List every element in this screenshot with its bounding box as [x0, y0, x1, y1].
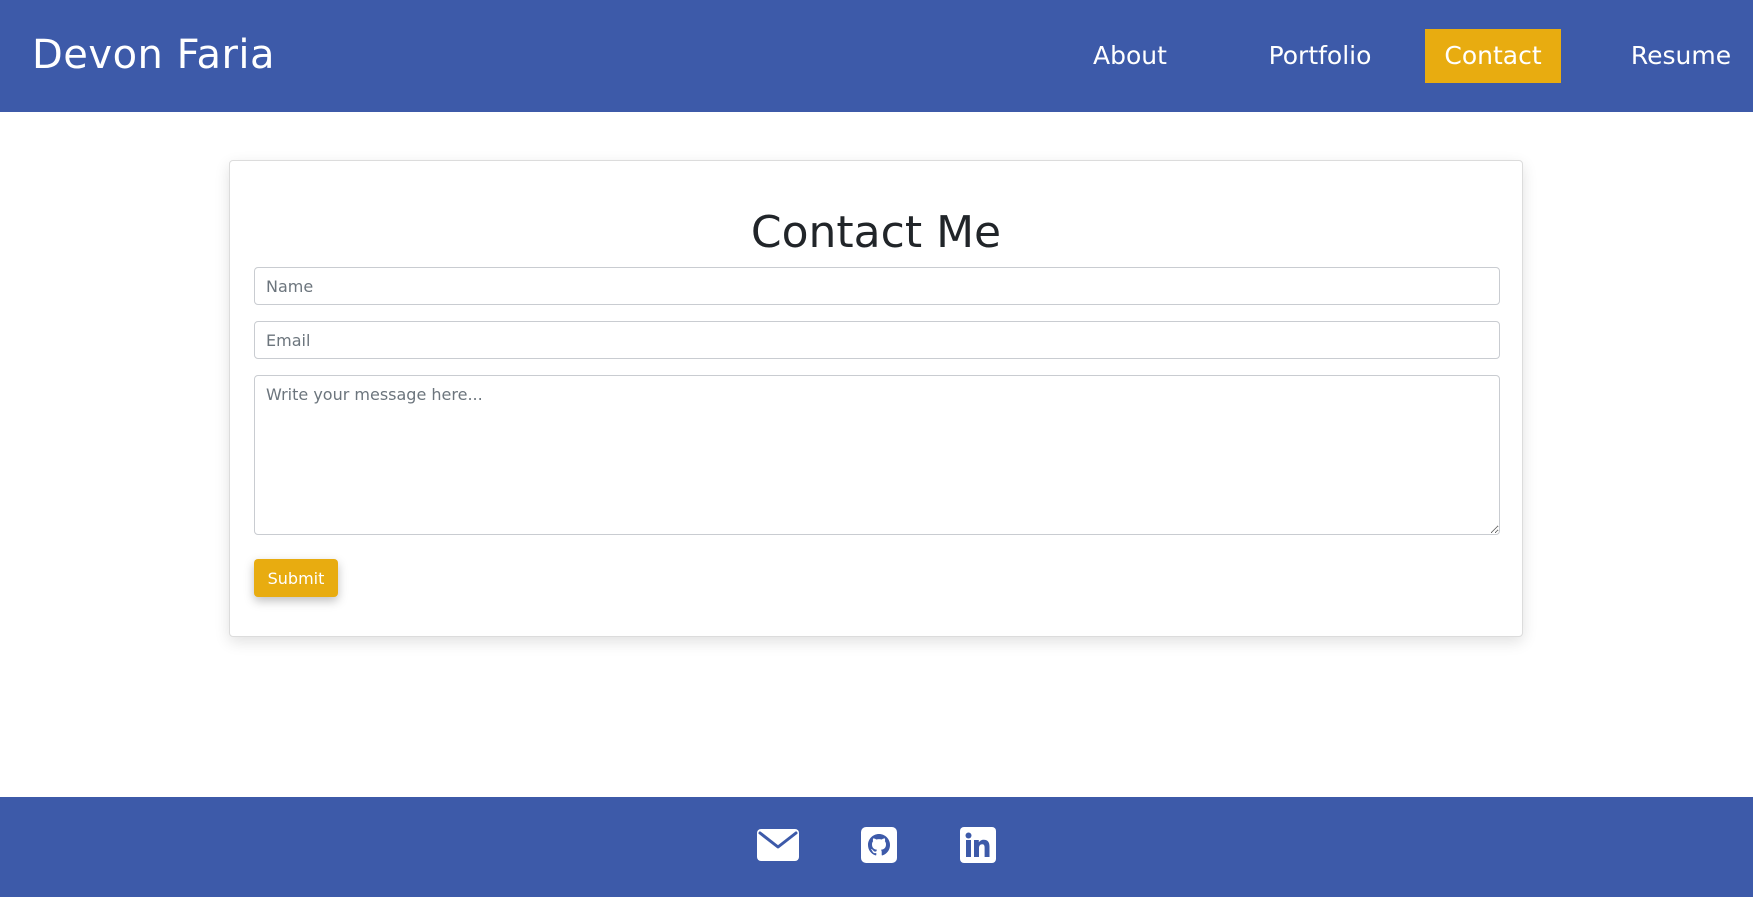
brand-name[interactable]: Devon Faria: [32, 30, 275, 80]
nav-contact[interactable]: Contact: [1425, 29, 1561, 83]
site-header: Devon Faria About Portfolio Contact Resu…: [0, 0, 1753, 112]
linkedin-icon[interactable]: [960, 827, 996, 863]
contact-card: Contact Me Submit: [229, 160, 1523, 637]
message-textarea[interactable]: [254, 375, 1500, 535]
nav-about[interactable]: About: [1070, 29, 1190, 83]
name-input[interactable]: [254, 267, 1500, 305]
github-icon[interactable]: [861, 827, 897, 863]
envelope-icon[interactable]: [757, 829, 799, 861]
nav-resume[interactable]: Resume: [1623, 29, 1739, 83]
nav-portfolio[interactable]: Portfolio: [1245, 29, 1395, 83]
page-title: Contact Me: [750, 207, 1002, 258]
site-footer: [0, 797, 1753, 897]
submit-button[interactable]: Submit: [254, 559, 338, 597]
email-input[interactable]: [254, 321, 1500, 359]
